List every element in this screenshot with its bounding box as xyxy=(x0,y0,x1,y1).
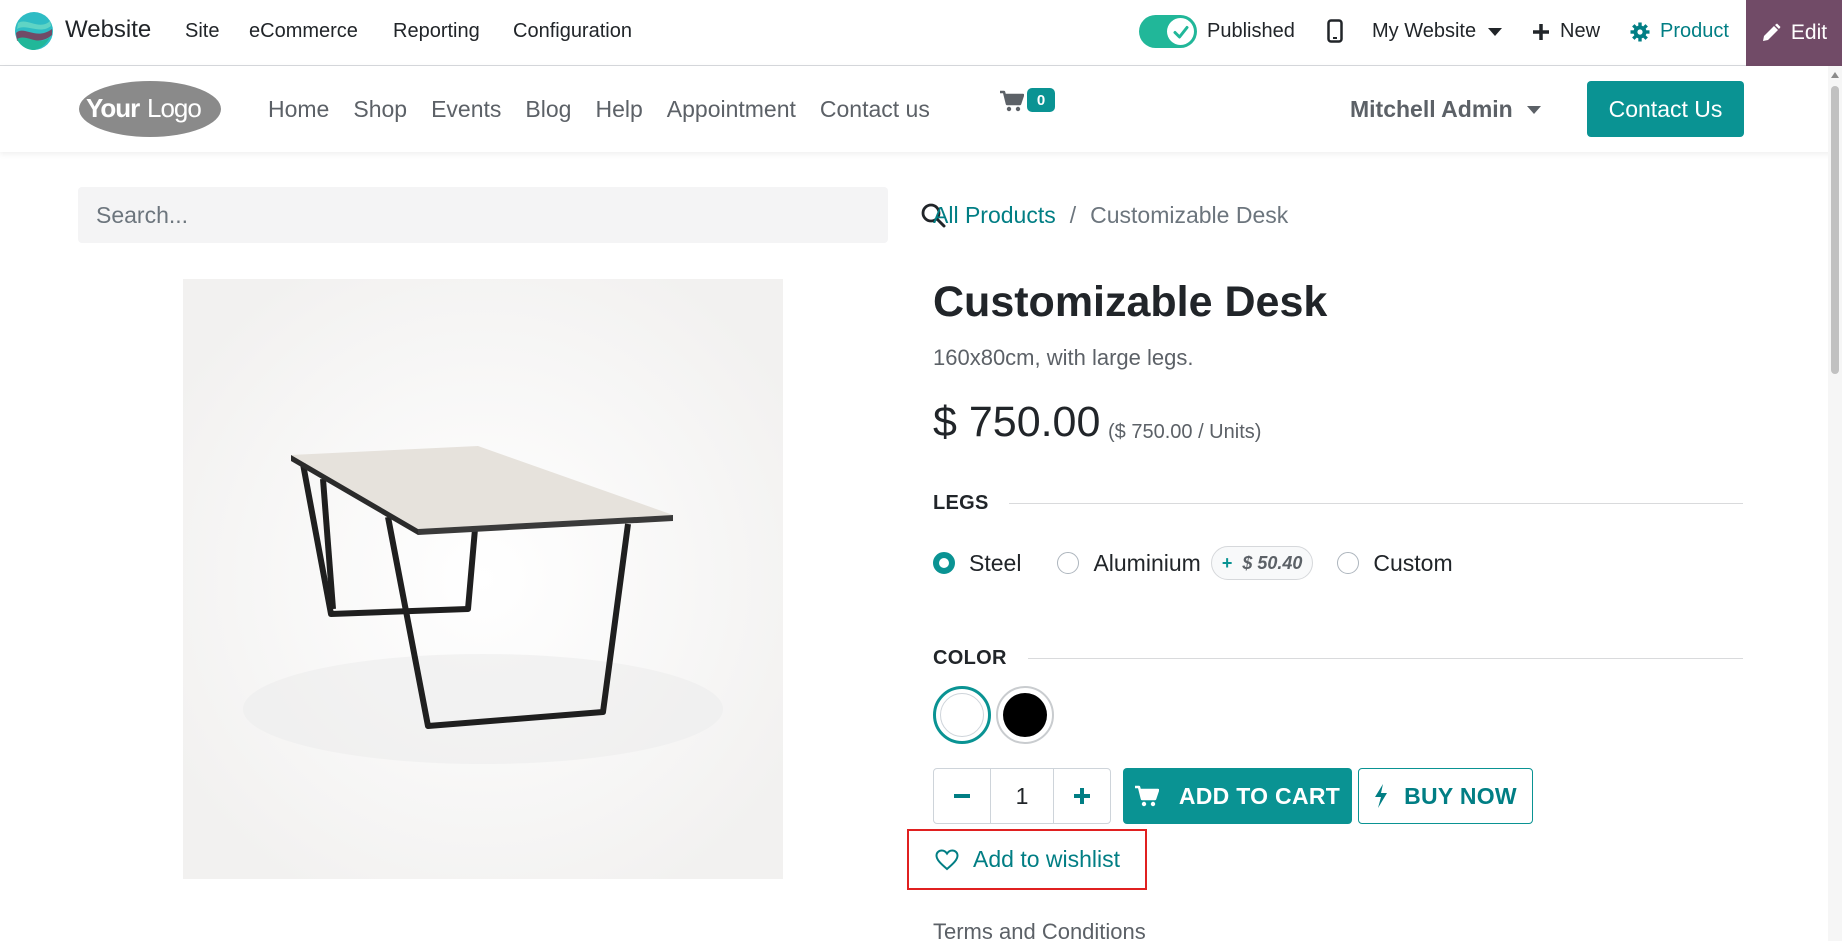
product-label: Product xyxy=(1660,20,1729,42)
nav-home[interactable]: Home xyxy=(268,96,329,123)
product-image[interactable] xyxy=(183,279,783,879)
published-label: Published xyxy=(1207,20,1295,42)
color-swatch-white[interactable] xyxy=(933,686,991,744)
breadcrumb-all-products[interactable]: All Products xyxy=(933,202,1056,229)
legs-option-label: Steel xyxy=(969,549,1022,576)
legs-option-steel[interactable]: Steel xyxy=(933,550,1021,577)
legs-divider xyxy=(1009,503,1743,504)
svg-text:Your: Your xyxy=(86,93,140,123)
svg-text:Logo: Logo xyxy=(147,93,201,123)
admin-navbar: Website Site eCommerce Reporting Configu… xyxy=(0,0,1842,66)
price-extra-badge: + $ 50.40 xyxy=(1210,546,1314,580)
app-name[interactable]: Website xyxy=(65,16,151,44)
breadcrumb-current: Customizable Desk xyxy=(1090,202,1289,228)
website-selector-label: My Website xyxy=(1372,20,1477,42)
quantity-input[interactable] xyxy=(990,769,1054,823)
white-dot xyxy=(940,693,984,737)
minus-icon xyxy=(954,794,970,798)
breadcrumb: All Products / Customizable Desk xyxy=(933,202,1288,229)
terms-and-conditions-link[interactable]: Terms and Conditions xyxy=(933,919,1146,941)
nav-events[interactable]: Events xyxy=(431,96,501,123)
gear-icon xyxy=(1630,22,1650,41)
search-input[interactable] xyxy=(78,187,818,243)
website-selector[interactable]: My Website xyxy=(1372,20,1503,43)
legs-option-label: Aluminium xyxy=(1093,549,1201,576)
legs-option-custom[interactable]: Custom xyxy=(1337,549,1453,577)
legs-label: LEGS xyxy=(933,492,989,514)
website-header: Your Logo Home Shop Events Blog Help App… xyxy=(0,66,1842,152)
menu-configuration[interactable]: Configuration xyxy=(513,20,632,43)
nav-appointment[interactable]: Appointment xyxy=(667,96,796,123)
scroll-thumb[interactable] xyxy=(1831,86,1839,374)
menu-ecommerce[interactable]: eCommerce xyxy=(249,20,358,43)
user-menu[interactable]: Mitchell Admin xyxy=(1350,96,1541,123)
contact-us-button[interactable]: Contact Us xyxy=(1587,81,1744,137)
user-name: Mitchell Admin xyxy=(1350,96,1513,122)
product-button[interactable]: Product xyxy=(1630,20,1729,43)
buy-now-button[interactable]: BUY NOW xyxy=(1358,768,1533,824)
edit-button[interactable]: Edit xyxy=(1746,0,1842,66)
decrease-quantity-button[interactable] xyxy=(934,769,990,823)
mobile-preview-icon[interactable] xyxy=(1327,19,1343,43)
radio-steel[interactable] xyxy=(933,552,955,574)
radio-custom[interactable] xyxy=(1337,552,1360,574)
color-divider xyxy=(1028,658,1743,659)
shopping-cart-icon xyxy=(1134,785,1159,807)
add-to-wishlist-button[interactable]: Add to wishlist xyxy=(907,829,1147,890)
nav-shop[interactable]: Shop xyxy=(353,96,407,123)
cart-count-badge: 0 xyxy=(1027,88,1055,112)
color-label: COLOR xyxy=(933,647,1007,669)
nav-contact-us[interactable]: Contact us xyxy=(820,96,930,123)
product-search-box xyxy=(78,187,946,243)
legs-option-aluminium[interactable]: Aluminium + $ 50.40 xyxy=(1045,546,1314,580)
buy-now-label: BUY NOW xyxy=(1404,782,1517,809)
product-price: $ 750.00 xyxy=(933,398,1101,446)
quantity-stepper xyxy=(933,768,1111,824)
bolt-icon xyxy=(1375,784,1388,808)
product-description: 160x80cm, with large legs. xyxy=(933,345,1194,370)
site-logo[interactable]: Your Logo xyxy=(78,80,222,143)
increase-quantity-button[interactable] xyxy=(1054,769,1110,823)
price-extra-value: $ 50.40 xyxy=(1242,552,1303,573)
caret-down-icon xyxy=(1488,27,1503,36)
color-swatch-black[interactable] xyxy=(996,686,1054,744)
wishlist-label: Add to wishlist xyxy=(973,846,1121,872)
website-app-icon[interactable] xyxy=(14,11,54,51)
nav-help[interactable]: Help xyxy=(595,96,642,123)
caret-down-icon xyxy=(1526,105,1541,114)
plus-icon xyxy=(1533,23,1549,40)
menu-reporting[interactable]: Reporting xyxy=(393,20,480,43)
plus-sign: + xyxy=(1221,552,1233,573)
edit-label: Edit xyxy=(1790,21,1828,44)
menu-site[interactable]: Site xyxy=(185,20,219,43)
breadcrumb-separator: / xyxy=(1069,202,1077,228)
cart-icon[interactable] xyxy=(1000,90,1025,117)
page-scrollbar[interactable] xyxy=(1828,66,1842,941)
heart-icon xyxy=(935,848,959,870)
add-to-cart-button[interactable]: ADD TO CART xyxy=(1123,768,1352,824)
new-button[interactable]: New xyxy=(1532,20,1600,43)
site-nav: Home Shop Events Blog Help Appointment C… xyxy=(268,96,930,123)
legs-options: Steel Aluminium + $ 50.40 Custom xyxy=(933,546,1477,580)
check-icon xyxy=(1167,18,1194,45)
add-to-cart-label: ADD TO CART xyxy=(1178,782,1341,809)
pencil-icon xyxy=(1762,23,1781,41)
radio-aluminium[interactable] xyxy=(1057,552,1080,574)
product-title: Customizable Desk xyxy=(933,278,1328,326)
product-unit-price: ($ 750.00 / Units) xyxy=(1108,421,1262,443)
scroll-up-icon[interactable] xyxy=(1831,72,1839,78)
nav-blog[interactable]: Blog xyxy=(525,96,571,123)
new-label: New xyxy=(1560,20,1601,42)
legs-option-label: Custom xyxy=(1373,549,1453,576)
published-toggle[interactable] xyxy=(1139,15,1197,48)
black-dot xyxy=(1003,693,1047,737)
plus-icon xyxy=(1074,788,1090,804)
